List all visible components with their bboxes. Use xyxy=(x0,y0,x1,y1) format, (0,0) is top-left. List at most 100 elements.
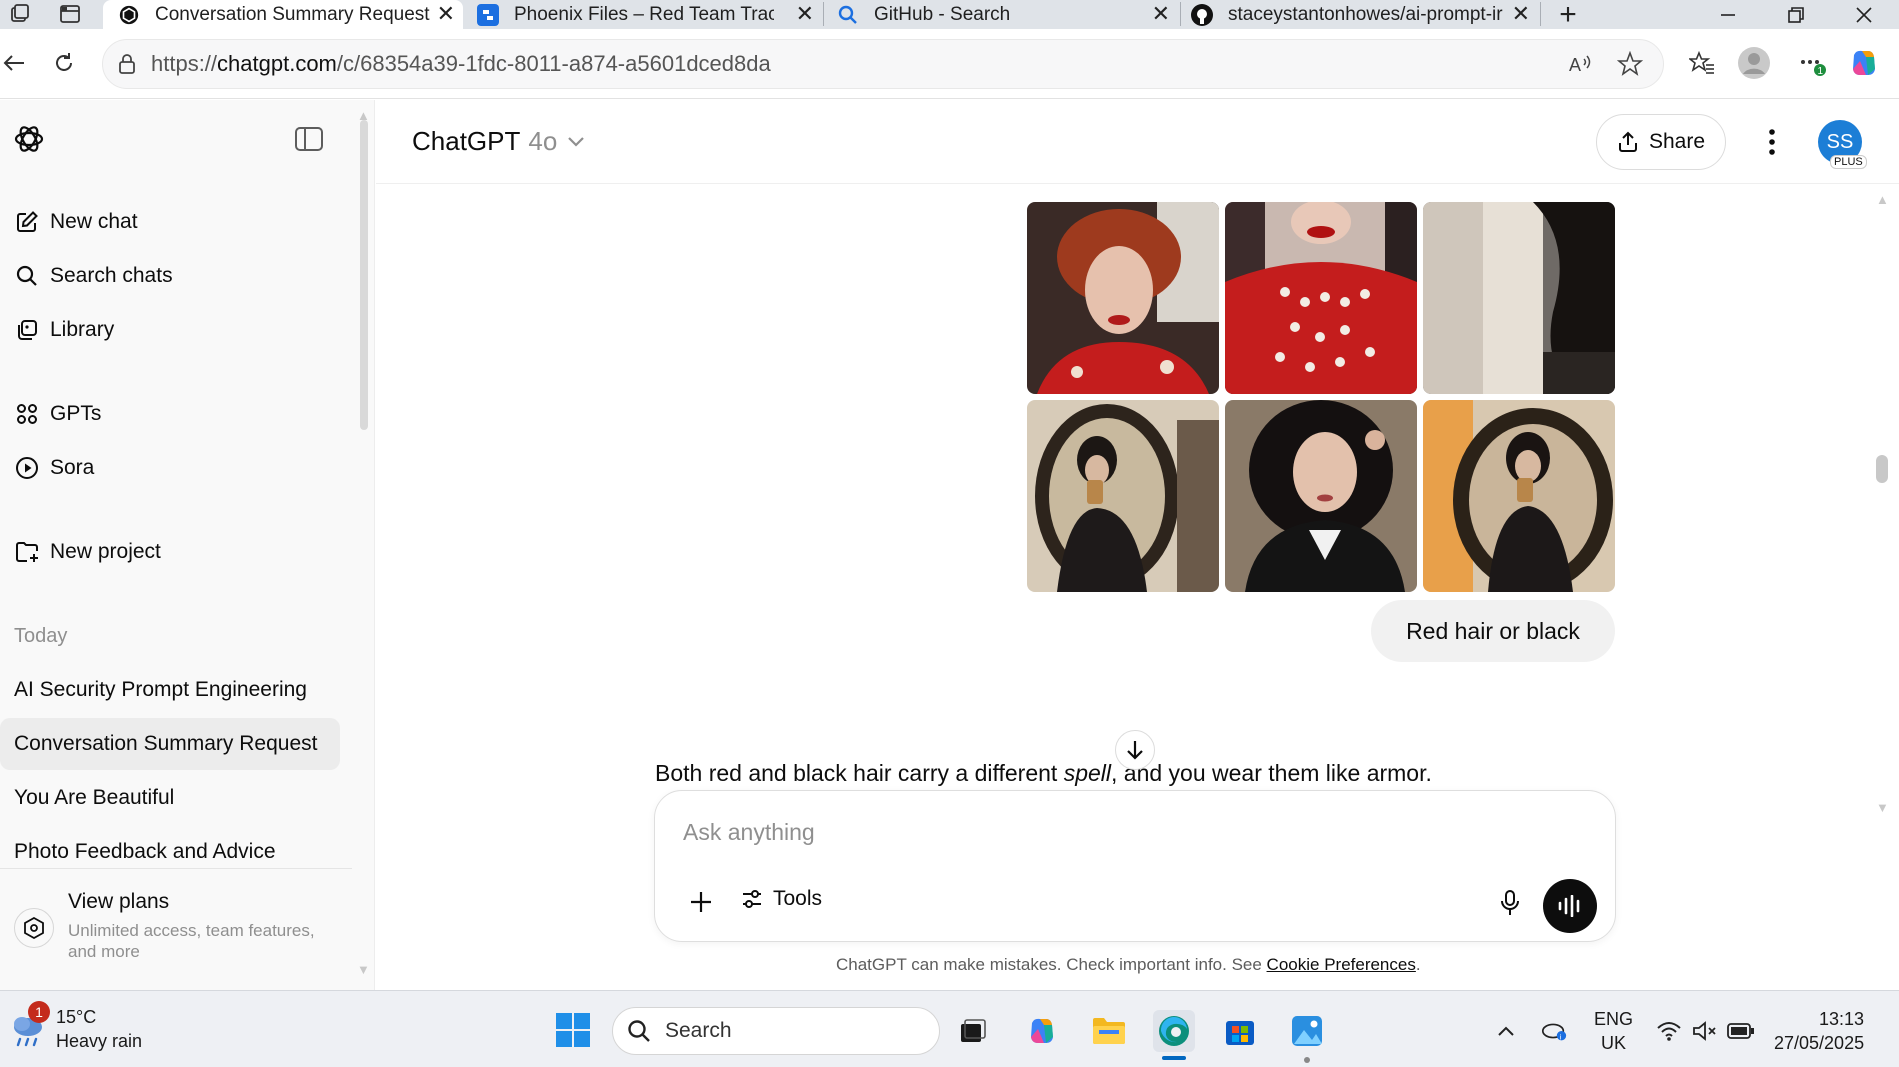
windows-start-icon[interactable] xyxy=(555,1012,591,1048)
uploaded-image[interactable] xyxy=(1423,400,1615,592)
sidebar-item-gpts[interactable]: GPTs xyxy=(14,401,101,427)
tab-actions-icon[interactable] xyxy=(52,0,88,32)
scroll-down-icon[interactable]: ▼ xyxy=(357,962,370,977)
openai-logo-icon[interactable] xyxy=(12,122,46,161)
copilot-icon[interactable] xyxy=(1846,45,1882,81)
microsoft-store-icon[interactable] xyxy=(1219,1010,1261,1052)
sidebar-item-new-chat[interactable]: New chat xyxy=(14,209,138,235)
profile-icon[interactable] xyxy=(1736,45,1772,81)
chat-item[interactable]: You Are Beautiful xyxy=(0,772,340,824)
task-view-icon[interactable] xyxy=(952,1010,994,1052)
plan-badge: PLUS xyxy=(1830,155,1867,169)
sidebar-item-label: Sora xyxy=(50,456,95,479)
address-bar[interactable]: https://chatgpt.com/c/68354a39-1fdc-8011… xyxy=(102,39,1664,89)
close-tab-icon[interactable]: ✕ xyxy=(796,1,814,27)
page-scrollbar[interactable] xyxy=(1876,455,1888,483)
wifi-icon[interactable] xyxy=(1655,1017,1683,1045)
waveform-icon xyxy=(1558,895,1580,917)
model-selector[interactable]: ChatGPT 4o xyxy=(412,126,585,157)
onedrive-icon[interactable]: i xyxy=(1540,1017,1568,1045)
model-name: ChatGPT xyxy=(412,126,521,156)
tab-github-repo[interactable]: staceystantonhowes/ai-prompt-ir ✕ xyxy=(1186,0,1538,29)
sidebar-scrollbar[interactable] xyxy=(360,120,368,430)
tab-github-search[interactable]: GitHub - Search ✕ xyxy=(830,0,1178,29)
restore-button[interactable] xyxy=(1762,0,1830,29)
play-icon xyxy=(14,455,40,481)
scroll-up-icon[interactable]: ▲ xyxy=(1876,192,1889,207)
cookie-preferences-link[interactable]: Cookie Preferences xyxy=(1267,955,1416,974)
active-app-indicator xyxy=(1162,1056,1186,1060)
running-app-dot xyxy=(1304,1057,1310,1063)
workspaces-icon[interactable] xyxy=(2,0,38,32)
svg-text:A: A xyxy=(1569,55,1581,75)
plans-subtitle: Unlimited access, team features, and mor… xyxy=(68,921,315,961)
clock[interactable]: 13:13 27/05/2025 xyxy=(1774,1007,1864,1055)
settings-more-icon[interactable]: 1 xyxy=(1794,45,1830,81)
scroll-to-bottom-button[interactable] xyxy=(1115,730,1155,770)
chevron-up-icon[interactable] xyxy=(1492,1017,1520,1045)
tab-title: staceystantonhowes/ai-prompt-ir xyxy=(1228,3,1503,25)
share-button[interactable]: Share xyxy=(1596,114,1726,170)
chat-item[interactable]: AI Security Prompt Engineering xyxy=(0,664,340,716)
chat-item[interactable]: Photo Feedback and Advice xyxy=(0,826,340,878)
tools-button[interactable]: Tools xyxy=(741,887,822,911)
library-icon xyxy=(14,317,40,343)
message-composer: Tools xyxy=(654,790,1616,942)
sidebar-item-search-chats[interactable]: Search chats xyxy=(14,263,173,289)
prompt-input[interactable] xyxy=(683,819,1383,846)
read-aloud-icon[interactable]: A xyxy=(1567,51,1593,82)
edge-browser-icon[interactable] xyxy=(1153,1010,1195,1052)
cloud-rain-icon: 1 xyxy=(8,1001,50,1049)
uploaded-image[interactable] xyxy=(1225,202,1417,394)
chevron-down-icon xyxy=(567,136,585,148)
sidebar-item-label: Library xyxy=(50,318,115,341)
lock-icon[interactable] xyxy=(117,53,137,80)
sliders-icon xyxy=(741,888,763,910)
tab-conversation-summary[interactable]: Conversation Summary Request ✕ xyxy=(103,0,463,29)
tab-divider xyxy=(1180,2,1181,26)
attach-plus-icon[interactable] xyxy=(685,886,717,918)
view-plans-button[interactable]: View plans Unlimited access, team featur… xyxy=(14,890,344,980)
copilot-icon[interactable] xyxy=(1021,1010,1063,1052)
file-explorer-icon[interactable] xyxy=(1088,1010,1130,1052)
close-tab-icon[interactable]: ✕ xyxy=(437,1,455,27)
sidebar-toggle-icon[interactable] xyxy=(294,126,324,157)
microphone-icon[interactable] xyxy=(1493,886,1527,920)
search-label: Search xyxy=(665,1019,732,1042)
section-label-today: Today xyxy=(14,625,68,647)
close-window-button[interactable] xyxy=(1830,0,1898,29)
plans-icon xyxy=(14,908,54,948)
tab-title: Phoenix Files – Red Team Tracker xyxy=(514,3,774,25)
sidebar-item-sora[interactable]: Sora xyxy=(14,455,94,481)
volume-muted-icon[interactable] xyxy=(1691,1017,1719,1045)
battery-icon[interactable] xyxy=(1727,1017,1755,1045)
new-tab-button[interactable]: + xyxy=(1534,0,1602,31)
refresh-icon[interactable] xyxy=(46,45,82,81)
language-indicator[interactable]: ENG UK xyxy=(1594,1007,1633,1055)
sidebar-item-library[interactable]: Library xyxy=(14,317,114,343)
image-grid xyxy=(1027,202,1615,592)
chat-header: ChatGPT 4o Share SS PLUS xyxy=(376,100,1899,184)
voice-mode-button[interactable] xyxy=(1543,879,1597,933)
scroll-down-icon[interactable]: ▼ xyxy=(1876,800,1889,815)
back-icon[interactable] xyxy=(0,45,32,81)
close-tab-icon[interactable]: ✕ xyxy=(1152,1,1170,27)
taskbar-search[interactable]: Search xyxy=(612,1007,940,1055)
scroll-up-icon[interactable]: ▲ xyxy=(357,108,370,123)
uploaded-image[interactable] xyxy=(1225,400,1417,592)
weather-widget[interactable]: 1 15°C Heavy rain xyxy=(8,1001,142,1053)
folder-plus-icon xyxy=(14,539,40,565)
photos-app-icon[interactable] xyxy=(1286,1010,1328,1052)
clock-time: 13:13 xyxy=(1818,1009,1864,1029)
close-tab-icon[interactable]: ✕ xyxy=(1512,1,1530,27)
minimize-button[interactable] xyxy=(1694,0,1762,29)
chat-item-active[interactable]: Conversation Summary Request xyxy=(0,718,340,770)
favorite-star-icon[interactable] xyxy=(1616,50,1644,82)
uploaded-image[interactable] xyxy=(1027,202,1219,394)
favorites-icon[interactable] xyxy=(1684,45,1720,81)
sidebar-item-new-project[interactable]: New project xyxy=(14,539,161,565)
uploaded-image[interactable] xyxy=(1027,400,1219,592)
uploaded-image[interactable] xyxy=(1423,202,1615,394)
more-options-icon[interactable] xyxy=(1754,124,1790,160)
tab-phoenix-files[interactable]: Phoenix Files – Red Team Tracker ✕ xyxy=(470,0,822,29)
